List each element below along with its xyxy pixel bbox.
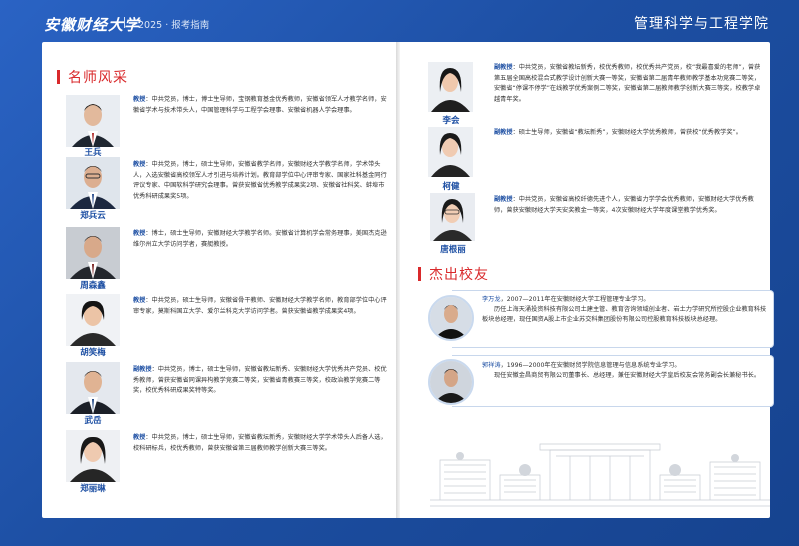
alumni-photo	[428, 359, 474, 405]
teacher-bio: 教授：中共党员，硕士生导师，安徽省骨干教师、安徽财经大学教学名师，教育部学位中心…	[133, 296, 388, 317]
alumni-card-frame: 李万龙，2007—2011年在安徽财经大学工程管理专业学习。历任上海天涌投资科技…	[452, 290, 774, 348]
campus-gate-illustration	[430, 420, 770, 519]
school-name: 管理科学与工程学院	[634, 16, 769, 32]
teacher-title: 副教授	[494, 196, 513, 203]
alumni-text: 李万龙，2007—2011年在安徽财经大学工程管理专业学习。历任上海天涌投资科技…	[482, 295, 770, 326]
teacher-name: 郑兵云	[80, 211, 106, 221]
teacher-bio-text: ：中共党员，安徽省高校纤德先进个人，安徽省力学学会优秀教师，安徽财经大学优秀教师…	[494, 196, 754, 214]
alumni-name: 郭祥涛	[482, 362, 501, 369]
teacher-bio: 副教授：中共党员，安徽省教坛新秀，校优秀教师，校优秀共产党员，校“我最喜爱的老师…	[494, 63, 766, 105]
alumni-period: ，1996—2000年在安徽财贸学院信息管理与信息系统专业学习。	[500, 362, 681, 369]
teachers-title-text: 名师风采	[68, 70, 128, 86]
teacher-bio-text: ：中共党员，博士，硕士生导师，安徽省教坛新秀、安徽财经大学优秀共产党员、校优秀教…	[133, 366, 387, 395]
teacher-bio-text: ：中共党员，博士，硕士生导师，安徽省教坛新秀，安徽财经大学学术带头人后备人选，校…	[133, 434, 387, 452]
teacher-photo	[66, 227, 120, 279]
teacher-bio: 副教授：中共党员，博士，硕士生导师，安徽省教坛新秀、安徽财经大学优秀共产党员、校…	[133, 365, 388, 397]
header-divider	[124, 17, 125, 28]
header-bar: 安徽财经大学 2025 · 报考指南 管理科学与工程学院	[0, 0, 799, 42]
teacher-name: 郑丽琳	[80, 484, 106, 494]
teachers-section-title: 名师风采	[57, 67, 128, 87]
teacher-title: 教授	[133, 434, 146, 441]
teacher-bio: 教授：中共党员，博士，博士生导师，宝钢教育基金优秀教师，安徽省领军人才教学名师，…	[133, 95, 388, 116]
teacher-name: 武岳	[84, 416, 102, 426]
teacher-bio: 教授：中共党员，博士，硕士生导师，安徽省教学名师，安徽财经大学教学名师，学术带头…	[133, 160, 388, 202]
guide-label: 2025 · 报考指南	[138, 20, 210, 31]
university-logo: 安徽财经大学	[44, 16, 141, 34]
teacher-photo	[66, 157, 120, 209]
alumni-name: 李万龙	[482, 296, 501, 303]
teacher-photo	[428, 62, 473, 112]
alumni-period: ，2007—2011年在安徽财经大学工程管理专业学习。	[500, 296, 650, 303]
teacher-name: 唐根丽	[440, 245, 466, 255]
teacher-name: 柯健	[442, 182, 460, 192]
title-marker	[57, 70, 60, 84]
alumni-title-text: 杰出校友	[429, 267, 489, 283]
teacher-name: 胡笑梅	[80, 348, 106, 358]
alumni-career: 现任安徽金昌商贸有限公司董事长、总经理，兼任安徽财经大学皇后校友会常务副会长兼秘…	[494, 372, 761, 380]
teacher-bio: 教授：博士，硕士生导师，安徽财经大学教学名师。安徽省计算机学会常务理事，美国杰克…	[133, 229, 388, 250]
teacher-bio-text: ：中共党员，博士，硕士生导师，安徽省教学名师，安徽财经大学教学名师，学术带头人，…	[133, 161, 387, 200]
teacher-name: 周森鑫	[80, 281, 106, 291]
teacher-bio-text: ：中共党员，硕士生导师，安徽省骨干教师、安徽财经大学教学名师，教育部学位中心评审…	[133, 297, 387, 315]
teacher-bio: 副教授：中共党员，安徽省高校纤德先进个人，安徽省力学学会优秀教师，安徽财经大学优…	[494, 195, 766, 216]
alumni-card-frame: 郭祥涛，1996—2000年在安徽财贸学院信息管理与信息系统专业学习。现任安徽金…	[452, 355, 774, 407]
title-marker	[418, 267, 421, 281]
alumni-photo	[428, 295, 474, 341]
teacher-name: 李会	[442, 116, 460, 126]
teacher-bio: 教授：中共党员，博士，硕士生导师，安徽省教坛新秀，安徽财经大学学术带头人后备人选…	[133, 433, 388, 454]
teacher-title: 副教授	[494, 64, 513, 71]
teacher-title: 教授	[133, 297, 146, 304]
teacher-title: 教授	[133, 161, 146, 168]
teacher-photo	[430, 193, 475, 241]
teacher-bio-text: ：中共党员，博士，博士生导师，宝钢教育基金优秀教师，安徽省领军人才教学名师，安徽…	[133, 96, 387, 114]
alumni-section-title: 杰出校友	[418, 264, 489, 284]
alumni-career: 历任上海天涌投资科技有限公司土建主管、教育咨询领域创业者、岩土力学研究所控股企业…	[482, 306, 767, 324]
teacher-photo	[66, 95, 120, 147]
teacher-title: 教授	[133, 230, 146, 237]
teacher-title: 教授	[133, 96, 146, 103]
teacher-bio-text: ：中共党员，安徽省教坛新秀，校优秀教师，校优秀共产党员，校“我最喜爱的老师”，曾…	[494, 64, 761, 103]
teacher-photo	[66, 294, 120, 346]
teacher-title: 副教授	[133, 366, 152, 373]
teacher-title: 副教授	[494, 129, 513, 136]
teacher-bio-text: ：硕士生导师，安徽省“教坛新秀”，安徽财经大学优秀教师，曾获校“优秀教学奖”。	[512, 129, 742, 136]
teacher-photo	[66, 430, 120, 482]
teacher-photo	[428, 127, 473, 177]
teacher-photo	[66, 362, 120, 414]
alumni-text: 郭祥涛，1996—2000年在安徽财贸学院信息管理与信息系统专业学习。现任安徽金…	[482, 361, 770, 381]
teacher-bio-text: ：博士，硕士生导师，安徽财经大学教学名师。安徽省计算机学会常务理事，美国杰克逊维…	[133, 230, 387, 248]
teacher-bio: 副教授：硕士生导师，安徽省“教坛新秀”，安徽财经大学优秀教师，曾获校“优秀教学奖…	[494, 128, 766, 139]
